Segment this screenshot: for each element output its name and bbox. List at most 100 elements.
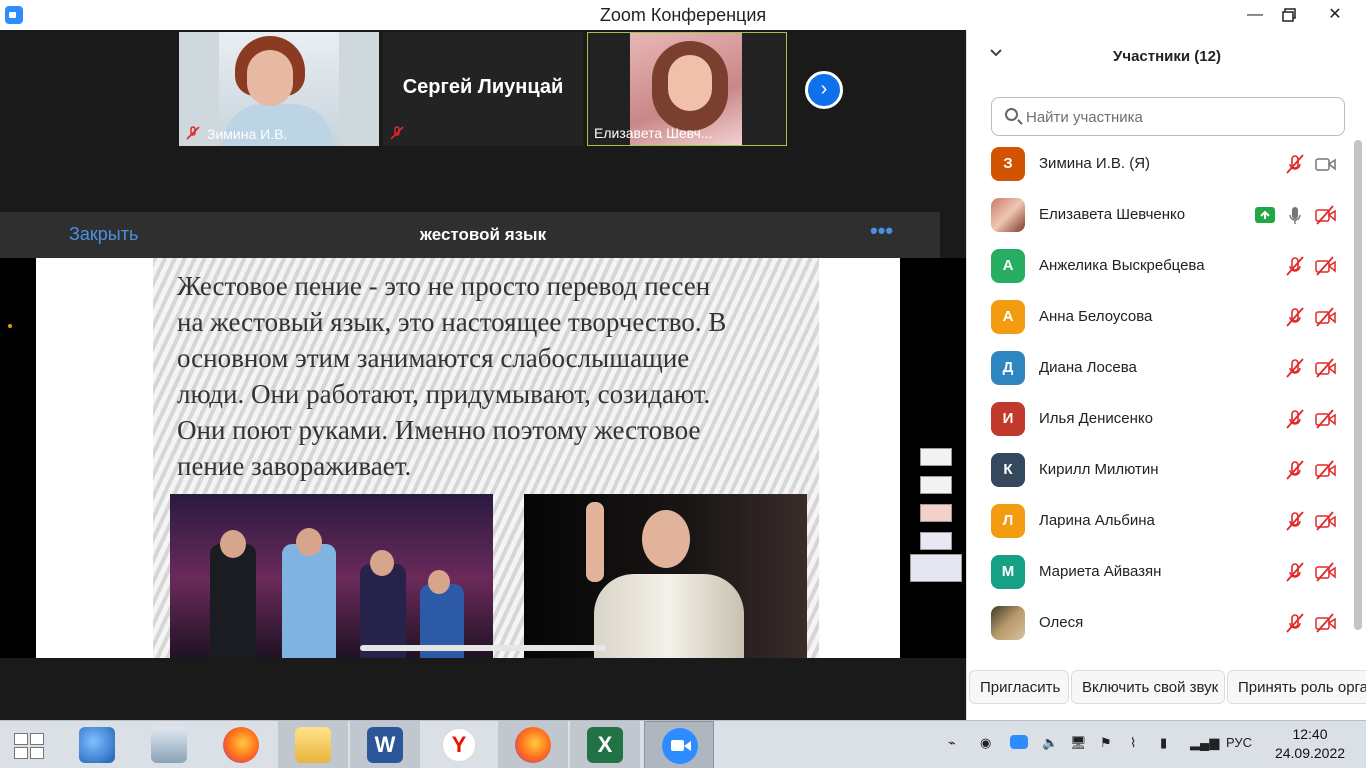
participant-search-box[interactable]	[991, 97, 1345, 136]
mic-muted-icon[interactable]	[1284, 153, 1306, 175]
signal-icon[interactable]: ▂▄▆	[1190, 735, 1219, 751]
battery-icon[interactable]: ▮	[1160, 735, 1167, 751]
excel-icon: X	[587, 727, 623, 763]
file-explorer-icon	[295, 727, 331, 763]
slide-thumbnail[interactable]	[920, 448, 952, 466]
mic-muted-icon[interactable]	[1284, 510, 1306, 532]
participant-name: Илья Денисенко	[1039, 410, 1154, 427]
participant-row[interactable]: Олеся	[967, 598, 1353, 649]
taskbar-app-control-panel[interactable]	[134, 721, 204, 768]
clock-date: 24.09.2022	[1274, 745, 1346, 761]
mic-muted-icon[interactable]	[1284, 612, 1306, 634]
video-thumbnail-shevchenko[interactable]: Елизавета Шевч...	[587, 32, 787, 146]
volume-icon[interactable]: 🔈	[1042, 735, 1058, 751]
video-thumbnail-liuntsai[interactable]: Сергей Лиунцай	[383, 32, 583, 146]
network-icon[interactable]: 🖥	[1070, 735, 1087, 751]
avatar: К	[991, 453, 1025, 487]
control-panel-icon	[151, 727, 187, 763]
participant-name: Анна Белоусова	[1039, 308, 1153, 325]
participant-row[interactable]: Л Ларина Альбина	[967, 496, 1353, 547]
avatar: Д	[991, 351, 1025, 385]
participant-row[interactable]: А Анна Белоусова	[967, 292, 1353, 343]
participants-panel: Участники (12) З Зимина И.В. (Я) Елизавета…	[966, 30, 1366, 720]
camera-off-icon[interactable]	[1314, 510, 1336, 532]
participant-row[interactable]: А Анжелика Выскребцева	[967, 241, 1353, 292]
mic-icon[interactable]	[1284, 204, 1306, 226]
camera-icon[interactable]	[1314, 153, 1336, 175]
avatar: И	[991, 402, 1025, 436]
slide-photo-performer	[524, 494, 807, 658]
mic-muted-icon[interactable]	[1284, 408, 1306, 430]
mic-muted-icon[interactable]	[1284, 357, 1306, 379]
tray-app-icon[interactable]: ◉	[980, 735, 991, 751]
participant-name: Ларина Альбина	[1039, 512, 1155, 529]
title-bar: Zoom Конференция — ✕	[0, 0, 1366, 30]
video-name-label: Елизавета Шевч...	[594, 125, 713, 141]
mic-muted-icon[interactable]	[1284, 459, 1306, 481]
taskbar-app-yandex[interactable]: Y	[424, 721, 494, 768]
camera-off-icon[interactable]	[1314, 255, 1336, 277]
language-indicator[interactable]: РУС	[1226, 735, 1252, 750]
slide-thumbnail[interactable]	[920, 532, 952, 550]
taskbar-app-file-explorer[interactable]	[278, 721, 348, 768]
camera-off-icon[interactable]	[1314, 459, 1336, 481]
windows-logo-icon	[14, 733, 46, 761]
participant-row[interactable]: Д Диана Лосева	[967, 343, 1353, 394]
camera-off-icon[interactable]	[1314, 204, 1336, 226]
camera-off-icon[interactable]	[1314, 561, 1336, 583]
participant-row[interactable]: К Кирилл Милютин	[967, 445, 1353, 496]
participant-list: З Зимина И.В. (Я) Елизавета Шевченко А Анжел…	[967, 139, 1353, 649]
zoom-tray-icon[interactable]	[1010, 735, 1028, 749]
avatar: М	[991, 555, 1025, 589]
taskbar-app-excel[interactable]: X	[570, 721, 640, 768]
invite-button[interactable]: Пригласить	[969, 670, 1069, 704]
avatar: З	[991, 147, 1025, 181]
camera-off-icon[interactable]	[1314, 306, 1336, 328]
avatar: Л	[991, 504, 1025, 538]
avatar: А	[991, 249, 1025, 283]
taskbar-clock[interactable]: 12:40 24.09.2022	[1270, 725, 1350, 763]
next-videos-button[interactable]: ›	[805, 71, 843, 109]
camera-off-icon[interactable]	[1314, 357, 1336, 379]
camera-off-icon[interactable]	[1314, 408, 1336, 430]
unmute-self-button[interactable]: Включить свой звук	[1071, 670, 1225, 704]
slide-thumbnail[interactable]	[910, 554, 962, 582]
start-button[interactable]	[0, 721, 60, 768]
wifi-icon[interactable]: ⌇	[1130, 735, 1136, 751]
search-icon	[1005, 108, 1018, 121]
avatar	[991, 198, 1025, 232]
taskbar-app-firefox-2[interactable]	[498, 721, 568, 768]
taskbar-app-word[interactable]: W	[350, 721, 420, 768]
video-name-label: Сергей Лиунцай	[402, 76, 564, 98]
taskbar-app-zoom[interactable]	[644, 721, 714, 768]
close-window-button[interactable]: ✕	[1312, 0, 1358, 30]
participant-search-input[interactable]	[1026, 106, 1326, 128]
usb-device-icon[interactable]: ⌁	[948, 735, 956, 751]
video-thumbnail-zimina[interactable]: Зимина И.В.	[179, 32, 379, 146]
thunderbird-icon	[79, 727, 115, 763]
participant-row[interactable]: З Зимина И.В. (Я)	[967, 139, 1353, 190]
slide-thumbnail[interactable]	[920, 504, 952, 522]
action-center-flag-icon[interactable]: ⚑	[1100, 735, 1112, 751]
indicator-dot	[8, 324, 12, 328]
participant-row[interactable]: М Мариета Айвазян	[967, 547, 1353, 598]
taskbar-app-firefox[interactable]	[206, 721, 276, 768]
participant-list-scrollbar[interactable]	[1354, 140, 1362, 630]
participant-row[interactable]: И Илья Денисенко	[967, 394, 1353, 445]
slide-thumbnail[interactable]	[920, 476, 952, 494]
participant-name: Мариета Айвазян	[1039, 563, 1162, 580]
more-dots-icon[interactable]: •••	[870, 218, 893, 244]
mic-muted-icon[interactable]	[1284, 561, 1306, 583]
mic-muted-icon[interactable]	[1284, 255, 1306, 277]
participants-header: Участники (12)	[1113, 48, 1221, 65]
mic-muted-icon[interactable]	[1284, 306, 1306, 328]
participant-row[interactable]: Елизавета Шевченко	[967, 190, 1353, 241]
maximize-button[interactable]	[1266, 0, 1312, 30]
windows-taskbar: W Y X ⌁ ◉ 🔈 🖥 ⚑ ⌇ ▮ ▂▄▆ РУС 12:40 24.09.…	[0, 720, 1366, 768]
share-scroll-indicator[interactable]	[360, 645, 606, 651]
avatar: А	[991, 300, 1025, 334]
taskbar-app-thunderbird[interactable]	[62, 721, 132, 768]
claim-host-button[interactable]: Принять роль орга	[1227, 670, 1366, 704]
shared-screen: Жестовое пение - это не просто перевод п…	[0, 258, 966, 658]
camera-off-icon[interactable]	[1314, 612, 1336, 634]
